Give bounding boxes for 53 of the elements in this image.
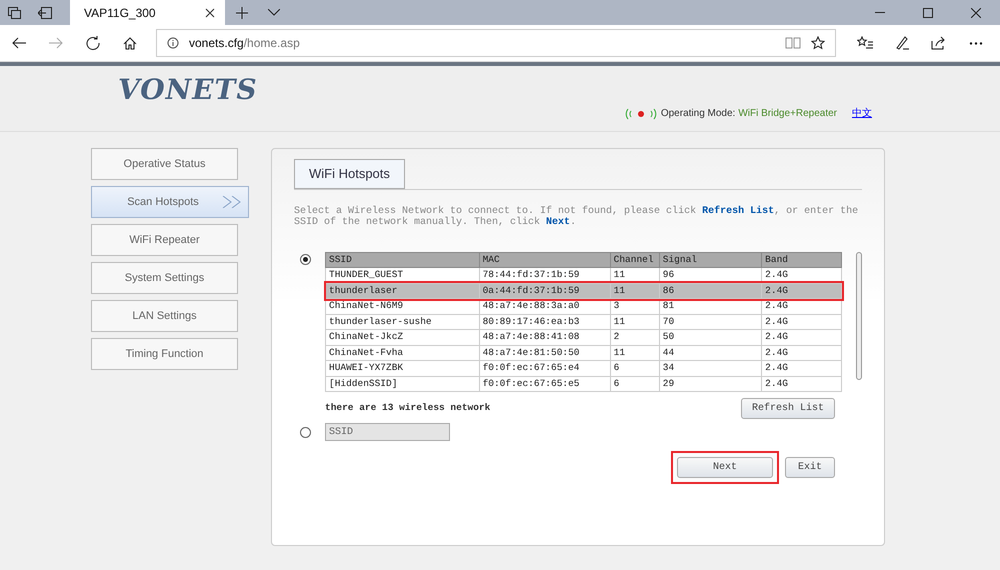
column-header: Band <box>762 252 842 268</box>
radio-button[interactable] <box>300 426 311 438</box>
browser-tab[interactable]: VAP11G_300 <box>70 0 225 25</box>
table-row[interactable]: thunderlaser-sushe 80:89:17:46:ea:b3 11 70 2.4G <box>326 314 842 330</box>
share-icon[interactable] <box>931 36 946 50</box>
logo: VONETS <box>118 76 258 104</box>
table-row[interactable]: [HiddenSSID] f0:0f:ec:67:65:e5 6 29 2.4G <box>326 376 842 392</box>
double-chevron-icon <box>222 196 242 208</box>
chevron-down-icon[interactable] <box>268 9 280 16</box>
radio-button[interactable] <box>300 254 311 264</box>
address-bar[interactable]: vonets.cfg/home.asp <box>156 29 836 57</box>
close-icon[interactable] <box>205 8 215 18</box>
refresh-icon[interactable] <box>86 36 100 50</box>
tabs-icon[interactable] <box>8 6 22 18</box>
instruction-text: Select a Wireless Network to connect to. If not found, please click Refresh List, or enter the SSID of the network manually. Then, click Next. <box>294 206 860 228</box>
column-header: Signal <box>659 252 762 268</box>
sidebar-item[interactable]: System Settings <box>91 262 238 294</box>
table-row[interactable]: ChinaNet-Fvha 48:a7:4e:81:50:50 11 44 2.4G <box>326 345 842 360</box>
table-row[interactable]: ChinaNet-N6M9 48:a7:4e:88:3a:a0 3 81 2.4G <box>326 298 842 314</box>
close-icon[interactable] <box>971 8 981 18</box>
operating-mode-label: Operating Mode: <box>660 107 736 121</box>
scrollbar[interactable] <box>856 252 862 380</box>
sidebar-item[interactable]: Operative Status <box>91 148 238 180</box>
back-tab-icon[interactable] <box>38 6 52 18</box>
new-tab-icon[interactable] <box>236 6 248 18</box>
table-row[interactable]: thunderlaser 0a:44:fd:37:1b:59 11 86 2.4G <box>326 283 842 298</box>
language-link[interactable]: 中文 <box>852 106 872 121</box>
sidebar-item[interactable]: Timing Function <box>91 338 238 370</box>
home-icon[interactable] <box>122 36 136 50</box>
column-header: Channel <box>610 252 660 268</box>
back-icon[interactable] <box>12 37 26 49</box>
star-icon[interactable] <box>811 36 825 50</box>
reading-view-icon[interactable] <box>785 37 801 49</box>
dialog-button[interactable]: Exit <box>784 457 835 478</box>
operating-mode-value: WiFi Bridge+Repeater <box>738 107 837 121</box>
favorites-icon[interactable] <box>856 36 872 50</box>
panel-tab[interactable]: WiFi Hotspots <box>294 159 405 188</box>
url-text: vonets.cfg/home.asp <box>189 35 300 52</box>
sidebar-item[interactable]: WiFi Repeater <box>91 224 238 256</box>
table-row[interactable]: ChinaNet-JkcZ 48:a7:4e:88:41:08 2 50 2.4G <box>326 330 842 345</box>
column-header: MAC <box>479 252 610 268</box>
refresh-list-button[interactable]: Refresh List <box>740 398 835 419</box>
network-count: there are 13 wireless network <box>325 401 490 416</box>
maximize-icon[interactable] <box>923 8 933 18</box>
more-icon[interactable] <box>968 42 982 44</box>
table-row[interactable]: HUAWEI-YX7ZBK f0:0f:ec:67:65:e4 6 34 2.4G <box>326 360 842 376</box>
info-icon <box>167 37 179 49</box>
signal-icon <box>624 108 658 120</box>
dialog-button[interactable]: Next <box>670 451 779 484</box>
column-header: SSID <box>326 252 480 268</box>
sidebar-item[interactable]: LAN Settings <box>91 300 238 332</box>
sidebar-item[interactable]: Scan Hotspots <box>91 186 249 218</box>
pen-icon[interactable] <box>894 36 908 50</box>
